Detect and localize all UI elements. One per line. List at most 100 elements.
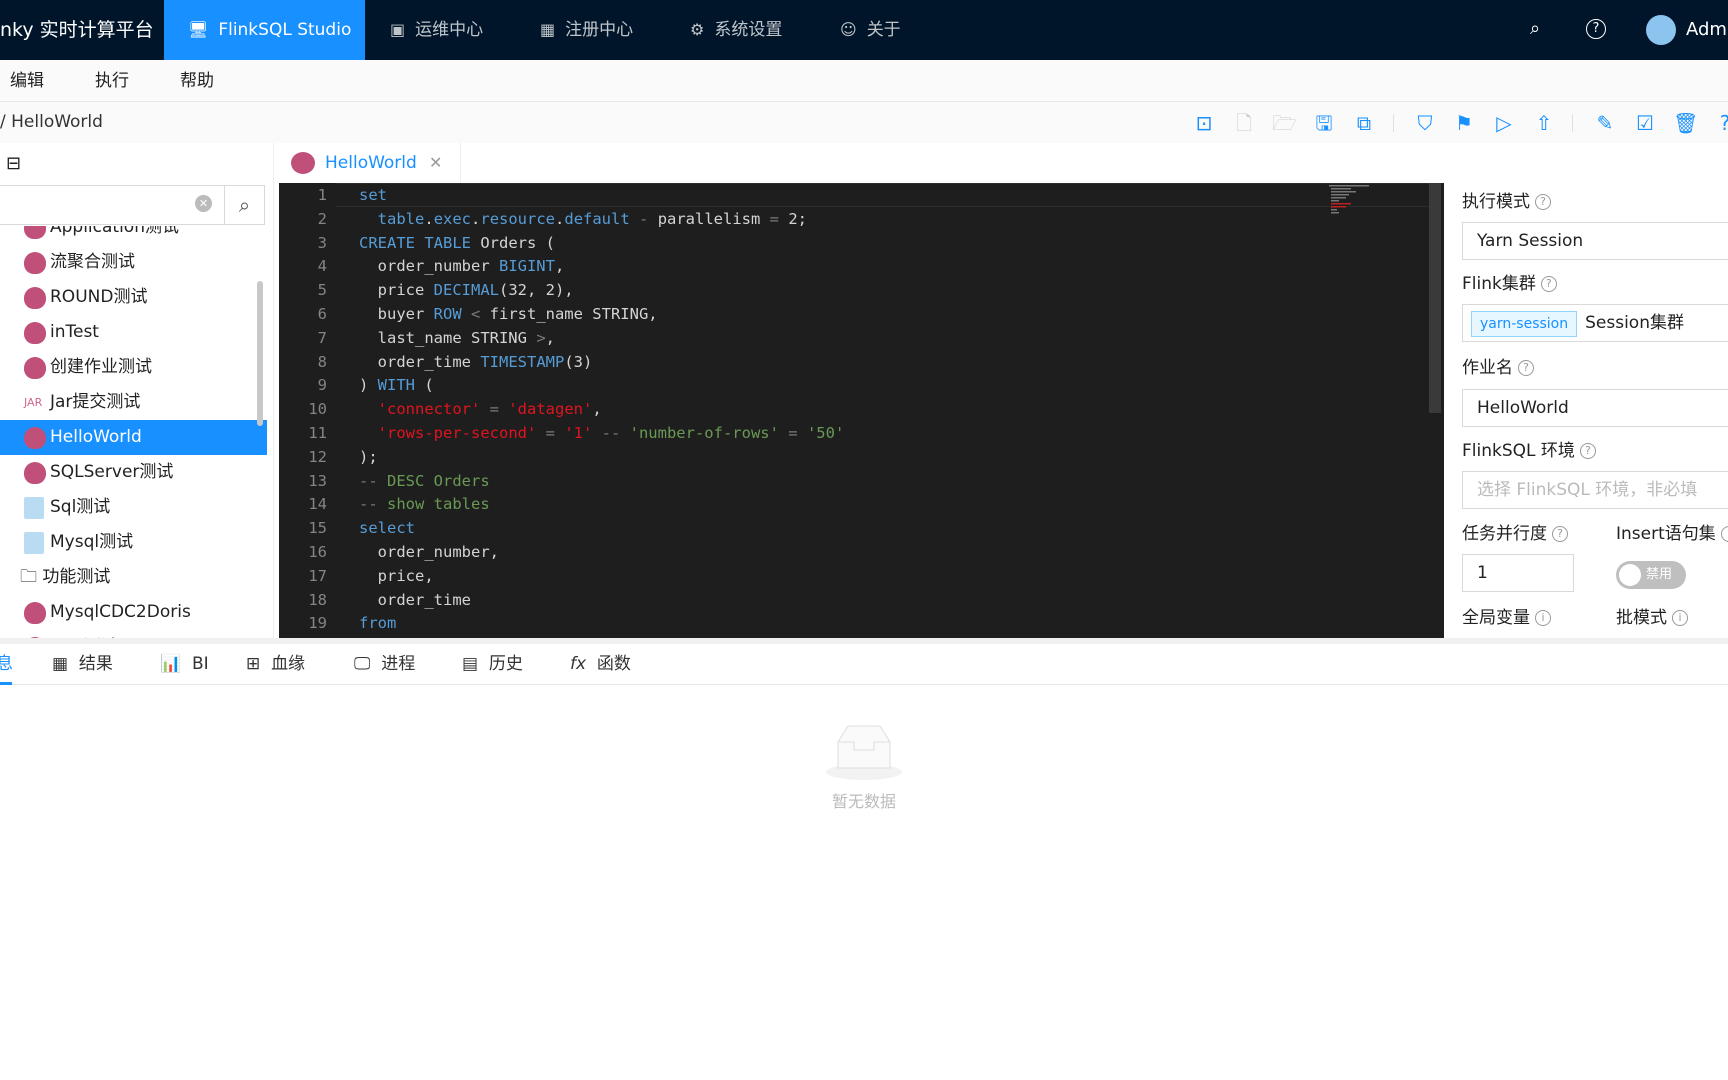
user-name[interactable]: Admi (1686, 0, 1728, 60)
cluster-select[interactable]: yarn-session Session集群 (1462, 304, 1728, 342)
parallel-label: 任务并行度? (1462, 519, 1568, 544)
copy-icon[interactable]: ⧉ (1352, 111, 1376, 135)
function-icon: fx (570, 654, 587, 674)
code-line: price DECIMAL(32, 2), (359, 278, 574, 302)
clear-icon[interactable]: ✕ (195, 195, 212, 212)
tab-lineage[interactable]: ⊞ 血缘 (246, 644, 305, 685)
tree-item[interactable]: 流聚合测试 (0, 245, 267, 280)
nav-flinksql-studio[interactable]: 🖥 FlinkSQL Studio (164, 0, 365, 60)
new-file-icon[interactable]: 🗋 (1232, 111, 1256, 135)
nav-about[interactable]: ☺ 关于 (816, 0, 925, 60)
tree-item[interactable]: SQLServer测试 (0, 455, 267, 490)
info-icon[interactable]: i (1720, 526, 1728, 542)
question-icon[interactable]: ? (1535, 194, 1551, 210)
code-token: first_name STRING, (489, 305, 658, 323)
tree-item-label: Sql测试 (50, 497, 111, 517)
question-icon[interactable]: ? (1552, 526, 1568, 542)
info-icon[interactable]: i (1535, 610, 1551, 626)
code-token: BIGINT (498, 257, 555, 276)
flink-icon (24, 602, 46, 624)
code-token: . (471, 209, 481, 228)
editor-scrollbar[interactable] (1429, 183, 1441, 413)
question-icon[interactable]: ? (1579, 443, 1596, 459)
parallel-input[interactable]: 1 (1462, 554, 1574, 592)
tree-item[interactable]: 🗀 功能测试 (0, 560, 267, 595)
minimap[interactable] (1329, 185, 1379, 225)
tree-item[interactable]: Mysql测试 (0, 525, 267, 560)
flink-icon (24, 462, 46, 484)
code-line: table.exec.resource.default - parallelis… (359, 207, 807, 231)
code-token: 'connector' (377, 400, 481, 419)
exec-mode-select[interactable]: Yarn Session (1462, 222, 1728, 260)
nav-label: 系统设置 (714, 20, 783, 40)
code-token: (3) (564, 352, 593, 371)
rocket-icon[interactable]: ⇧ (1532, 111, 1556, 135)
tree-item[interactable]: ROUND测试 (0, 280, 267, 315)
delete-icon[interactable]: 🗑 (1673, 111, 1698, 135)
code-line: order_number, (359, 540, 499, 564)
collapse-icon[interactable]: ⊟ (6, 153, 21, 174)
code-line: -- show tables (359, 492, 490, 516)
tab-result[interactable]: ▦ 结果 (52, 644, 113, 685)
info-icon[interactable]: i (1672, 610, 1688, 626)
help-icon[interactable]: ? (1713, 111, 1728, 135)
tree-item[interactable]: Application测试 (0, 226, 267, 245)
line-number: 12 (308, 447, 327, 466)
save-icon[interactable]: 🖫 (1312, 111, 1336, 135)
flink-icon (24, 427, 46, 449)
question-icon[interactable]: ? (1540, 276, 1557, 292)
tree-item[interactable]: Sql测试 (0, 490, 267, 525)
calendar-check-icon[interactable]: ☑ (1633, 111, 1657, 135)
code-token: - (629, 209, 658, 228)
env-select[interactable]: 选择 FlinkSQL 环境，非必填 (1462, 471, 1728, 509)
tab-history[interactable]: ▤ 历史 (462, 644, 523, 685)
tree-item[interactable]: 创建作业测试 (0, 350, 267, 385)
flink-icon (24, 287, 46, 309)
line-number: 14 (308, 495, 327, 514)
menu-edit[interactable]: 编辑 (10, 60, 44, 102)
help-icon[interactable]: ? (1586, 19, 1606, 39)
search-icon[interactable]: ⌕ (1530, 18, 1540, 39)
code-token: '50' (806, 424, 845, 442)
tab-functions[interactable]: fx 函数 (570, 644, 631, 685)
editor-tab[interactable]: HelloWorld ✕ (279, 143, 461, 183)
job-name-input[interactable]: HelloWorld (1462, 389, 1728, 427)
insert-toggle[interactable]: 禁用 (1616, 561, 1686, 589)
code-editor[interactable]: 1 set 2 table.exec.resource.default - para… (279, 183, 1444, 638)
code-line: price, (359, 564, 434, 588)
code-token: ( (415, 376, 434, 395)
play-icon[interactable]: ▷ (1492, 111, 1516, 135)
nav-settings[interactable]: ⚙ 系统设置 (666, 0, 806, 60)
tree-item[interactable]: SQL测试 (0, 630, 267, 638)
tree-item[interactable]: HelloWorld (0, 420, 267, 455)
close-icon[interactable]: ✕ (429, 143, 442, 183)
sql-icon (24, 497, 44, 519)
search-input[interactable] (0, 185, 225, 225)
open-folder-icon[interactable]: 🗁 (1272, 111, 1297, 135)
tab-bi[interactable]: 📊 BI (160, 644, 209, 685)
flag-icon[interactable]: ⚑ (1452, 111, 1476, 135)
nav-registry[interactable]: ▦ 注册中心 (516, 0, 657, 60)
console-icon[interactable]: ⊡ (1192, 111, 1216, 135)
tree-item-label: Application测试 (50, 226, 179, 237)
avatar[interactable] (1646, 15, 1676, 45)
jar-icon: JAR (24, 396, 43, 409)
question-icon[interactable]: ? (1518, 360, 1534, 376)
search-button[interactable]: ⌕ (224, 185, 265, 225)
line-number: 15 (308, 519, 327, 538)
edit-icon[interactable]: ✎ (1593, 111, 1617, 135)
menu-help[interactable]: 帮助 (180, 60, 214, 102)
nav-ops-center[interactable]: ▣ 运维中心 (366, 0, 507, 60)
check-icon[interactable]: ⛉ (1413, 111, 1437, 135)
lineage-icon: ⊞ (246, 654, 261, 674)
tab-info[interactable]: 息 (0, 644, 13, 685)
tree-item[interactable]: JAR Jar提交测试 (0, 385, 267, 420)
tab-process[interactable]: 🖵 进程 (354, 644, 415, 685)
menu-run[interactable]: 执行 (95, 60, 129, 102)
line-number: 4 (317, 257, 327, 276)
tree-item[interactable]: MysqlCDC2Doris (0, 595, 267, 630)
tree-scrollbar[interactable] (257, 281, 263, 426)
tree-item[interactable]: inTest (0, 315, 267, 350)
